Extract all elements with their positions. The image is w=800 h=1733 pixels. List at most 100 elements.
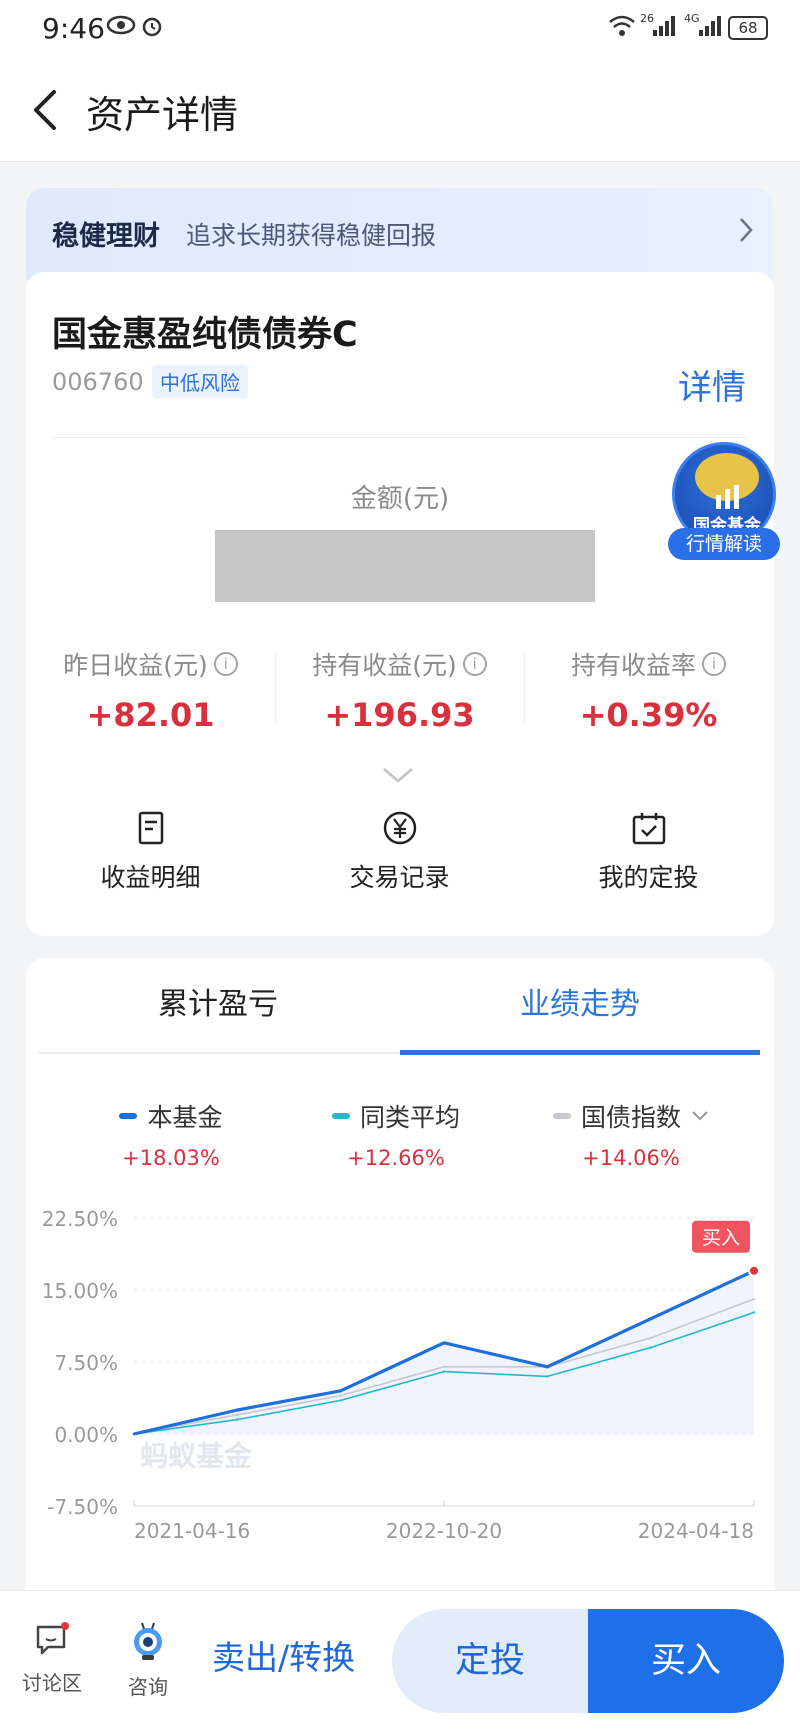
legend-swatch: [119, 1113, 138, 1119]
sell-convert-button[interactable]: 卖出/转换: [212, 1631, 355, 1679]
info-icon[interactable]: i: [462, 652, 487, 676]
bar-chart-icon: [716, 485, 739, 509]
stat-holding-rate: 持有收益率 i +0.39%: [524, 646, 773, 734]
legend-value: +12.66%: [347, 1146, 445, 1170]
data-point: [339, 1389, 342, 1392]
buy-button[interactable]: 买入: [588, 1609, 784, 1713]
chat-bubble-icon: [36, 1622, 69, 1655]
y-tick-label: 0.00%: [54, 1423, 118, 1447]
data-point: [649, 1317, 652, 1320]
y-tick-label: 22.50%: [42, 1208, 118, 1231]
x-tick-label: 2022-10-20: [386, 1519, 502, 1538]
divider: [52, 437, 748, 438]
legend-peer-average[interactable]: 同类平均 +12.66%: [281, 1098, 511, 1170]
performance-chart: 22.50% 15.00% 7.50% 0.00% -7.50% 2021-04-16 20…: [42, 1208, 760, 1538]
fund-area: [134, 1270, 754, 1434]
stat-holding: 持有收益(元) i +196.93: [275, 646, 524, 734]
chevron-down-icon[interactable]: [382, 766, 414, 784]
fund-code: 006760: [52, 368, 144, 396]
calendar-icon: [632, 813, 665, 845]
legend-bond-index[interactable]: 国债指数 +14.06%: [516, 1098, 746, 1170]
quick-label: 我的定投: [598, 863, 699, 892]
x-tick-label: 2021-04-16: [134, 1519, 250, 1538]
stat-label: 昨日收益(元): [63, 651, 208, 680]
data-point: [236, 1413, 239, 1416]
stat-label: 持有收益率: [570, 651, 696, 680]
tab-cumulative-pnl[interactable]: 累计盈亏: [38, 958, 398, 1052]
data-point: [339, 1399, 342, 1402]
info-icon[interactable]: i: [213, 652, 238, 676]
data-point: [752, 1311, 756, 1314]
info-icon[interactable]: i: [702, 652, 726, 676]
legend-fund[interactable]: 本基金 +18.03%: [56, 1098, 286, 1170]
chevron-right-icon: [740, 218, 753, 242]
data-point: [236, 1418, 239, 1421]
buy-marker-dot: [748, 1264, 760, 1277]
y-tick-label: 15.00%: [42, 1279, 118, 1303]
category-banner[interactable]: 稳健理财 追求长期获得稳健回报: [26, 188, 774, 280]
data-point: [546, 1375, 549, 1378]
stat-value: +0.39%: [579, 696, 718, 734]
data-point: [546, 1365, 549, 1368]
wifi-icon: [609, 15, 635, 36]
stat-yesterday: 昨日收益(元) i +82.01: [26, 646, 275, 734]
page-title: 资产详情: [86, 93, 239, 137]
chevron-down-icon[interactable]: [691, 1110, 709, 1122]
risk-badge: 中低风险: [152, 365, 248, 398]
discussion-button[interactable]: 讨论区: [14, 1621, 90, 1696]
banner-title: 稳健理财: [52, 221, 160, 252]
performance-card: 累计盈亏 业绩走势 本基金 +18.03% 同类平均 +12.66% 国债指数 …: [26, 958, 774, 1598]
x-tick-label: 2024-04-18: [638, 1519, 754, 1538]
data-point: [132, 1432, 136, 1436]
legend-label: 同类平均: [359, 1103, 460, 1132]
y-tick-label: 7.50%: [54, 1351, 118, 1375]
quick-trade-records[interactable]: 交易记录: [275, 810, 524, 894]
assistant-robot-icon: [134, 1622, 162, 1660]
data-point: [442, 1370, 446, 1373]
status-time: 9:46: [42, 12, 105, 45]
quick-my-fixed-invest[interactable]: 我的定投: [524, 810, 773, 894]
tab-active-indicator: [400, 1050, 760, 1055]
market-insight-widget[interactable]: 国金基金 行情解读: [668, 442, 780, 564]
data-point: [339, 1394, 342, 1397]
amount-label: 金额(元): [350, 484, 450, 514]
eye-icon: [106, 15, 136, 35]
watermark: 蚂蚁基金: [140, 1440, 253, 1473]
quick-income-detail[interactable]: 收益明细: [26, 810, 275, 894]
fund-name: 国金惠盈纯债债券C: [52, 315, 358, 355]
quick-label: 收益明细: [100, 863, 201, 892]
battery-indicator: 68: [728, 16, 768, 40]
quick-label: 交易记录: [349, 863, 450, 892]
consult-button[interactable]: 咨询: [110, 1621, 186, 1700]
data-point: [442, 1341, 446, 1344]
legend-value: +14.06%: [582, 1146, 680, 1170]
stat-label: 持有收益(元): [312, 651, 457, 680]
alarm-icon: [142, 17, 162, 37]
fixed-invest-button[interactable]: 定投: [392, 1609, 588, 1713]
data-point: [649, 1336, 652, 1340]
legend-label: 国债指数: [580, 1103, 681, 1132]
signal-icon: [699, 16, 721, 36]
legend-swatch: [552, 1113, 571, 1119]
data-point: [752, 1297, 756, 1301]
status-bar: 9:46 26 4G 68: [0, 0, 800, 58]
nav-bar: 资产详情: [0, 58, 800, 162]
market-insight-button[interactable]: 行情解读: [668, 528, 780, 560]
data-point: [649, 1346, 652, 1349]
legend-swatch: [331, 1113, 350, 1119]
buy-marker-label: 买入: [702, 1227, 740, 1249]
stat-value: +196.93: [324, 696, 475, 734]
consult-label: 咨询: [128, 1675, 168, 1699]
back-arrow-icon[interactable]: [26, 86, 66, 134]
document-icon: [138, 811, 163, 845]
banner-subtitle: 追求长期获得稳健回报: [186, 221, 437, 250]
detail-link[interactable]: 详情: [678, 360, 746, 409]
data-point: [442, 1365, 446, 1368]
tab-performance-trend[interactable]: 业绩走势: [400, 958, 760, 1052]
data-point: [236, 1408, 239, 1412]
bottom-action-bar: 讨论区 咨询 卖出/转换 定投 买入: [0, 1590, 800, 1733]
fund-summary-card: 国金惠盈纯债债券C 006760 中低风险 详情 金额(元) 昨日收益(元) i …: [26, 272, 774, 936]
signal-icon: [653, 16, 675, 36]
legend-label: 本基金: [147, 1103, 223, 1132]
stat-value: +82.01: [86, 696, 215, 734]
